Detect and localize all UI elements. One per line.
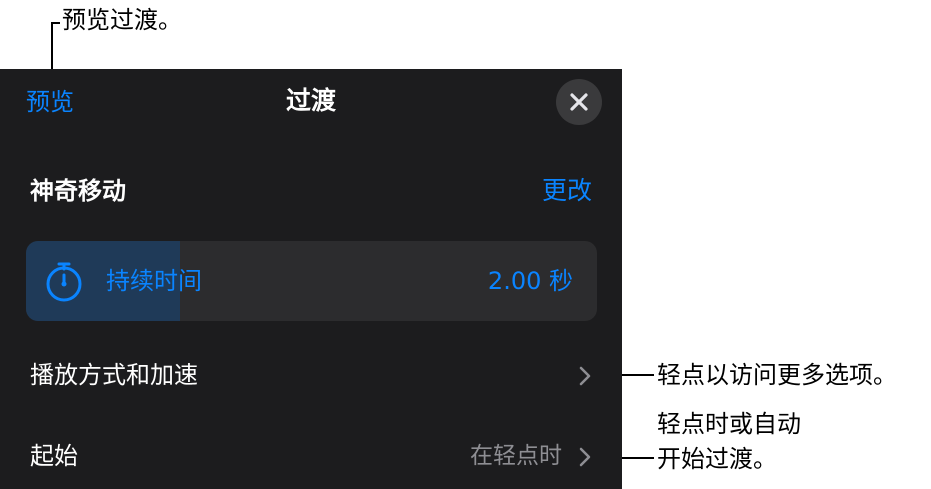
duration-value: 2.00 秒 bbox=[487, 267, 573, 295]
panel-title: 过渡 bbox=[285, 86, 336, 115]
start-value: 在轻点时 bbox=[470, 443, 562, 469]
close-icon bbox=[570, 93, 588, 111]
transition-panel: 预览 过渡 神奇移动 更改 持续时间 2.00 秒 播放方式和加速 起始 在轻点… bbox=[0, 69, 622, 489]
callout-preview: 预览过渡。 bbox=[62, 6, 182, 34]
delivery-and-acceleration-label: 播放方式和加速 bbox=[30, 361, 198, 389]
effect-name: 神奇移动 bbox=[30, 177, 126, 205]
delivery-and-acceleration-row[interactable]: 播放方式和加速 bbox=[30, 355, 592, 395]
start-row[interactable]: 起始 在轻点时 bbox=[30, 436, 592, 476]
start-label: 起始 bbox=[30, 442, 78, 470]
callout-start-line2: 开始过渡。 bbox=[657, 445, 777, 473]
duration-slider[interactable]: 持续时间 2.00 秒 bbox=[26, 241, 597, 321]
chevron-right-icon bbox=[579, 366, 591, 386]
close-button[interactable] bbox=[556, 79, 602, 125]
effect-row: 神奇移动 更改 bbox=[30, 173, 592, 209]
stopwatch-icon bbox=[46, 262, 82, 302]
callout-start-line1: 轻点时或自动 bbox=[657, 410, 801, 438]
callout-more-options: 轻点以访问更多选项。 bbox=[657, 361, 897, 389]
duration-label: 持续时间 bbox=[106, 267, 202, 295]
change-effect-button[interactable]: 更改 bbox=[542, 173, 592, 209]
chevron-right-icon bbox=[579, 447, 591, 467]
